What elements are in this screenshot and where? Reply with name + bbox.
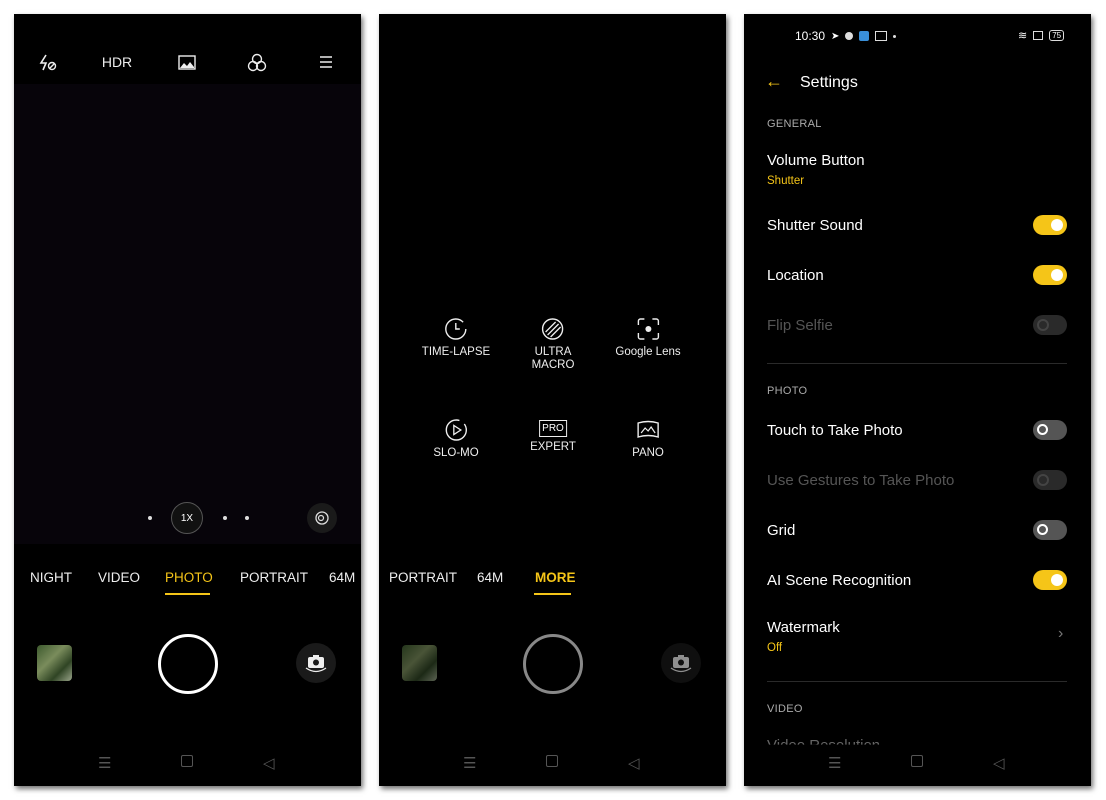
mode-portrait[interactable]: PORTRAIT bbox=[389, 570, 457, 585]
active-mode-indicator bbox=[165, 593, 210, 595]
gmail-icon bbox=[875, 31, 888, 41]
switch-camera-icon bbox=[670, 655, 692, 673]
menu-icon[interactable] bbox=[319, 55, 333, 69]
viewfinder[interactable] bbox=[14, 84, 361, 544]
chevron-right-icon: › bbox=[1058, 625, 1064, 642]
switch-camera-button[interactable] bbox=[296, 643, 336, 683]
divider bbox=[767, 681, 1067, 682]
more-item-expert[interactable]: PRO EXPERT bbox=[530, 418, 576, 453]
zoom-dot[interactable] bbox=[148, 516, 152, 520]
shutter-button[interactable] bbox=[158, 634, 218, 694]
recent-apps-icon[interactable]: ☰ bbox=[463, 754, 476, 772]
setting-ai-scene: AI Scene Recognition bbox=[767, 572, 912, 589]
shutter-sound-toggle[interactable] bbox=[1033, 215, 1067, 235]
setting-touch-to-take-photo: Touch to Take Photo bbox=[767, 422, 903, 439]
ai-scene-button[interactable] bbox=[307, 503, 337, 533]
ai-camera-icon bbox=[315, 511, 329, 525]
more-item-time-lapse[interactable]: TIME-LAPSE bbox=[422, 317, 490, 358]
google-lens-icon bbox=[637, 318, 659, 340]
home-icon[interactable] bbox=[181, 755, 193, 767]
home-icon[interactable] bbox=[911, 755, 923, 767]
touch-photo-toggle[interactable] bbox=[1033, 420, 1067, 440]
app-notification-icon bbox=[859, 31, 870, 41]
mode-more[interactable]: MORE bbox=[535, 570, 576, 585]
mode-photo[interactable]: PHOTO bbox=[165, 570, 213, 585]
recent-apps-icon[interactable]: ☰ bbox=[828, 754, 841, 772]
switch-camera-icon bbox=[305, 655, 327, 673]
back-nav-icon[interactable]: ◁ bbox=[993, 754, 1005, 772]
pro-icon: PRO bbox=[539, 420, 567, 437]
mode-portrait[interactable]: PORTRAIT bbox=[240, 570, 308, 585]
status-bar: 10:30 ➤ bbox=[795, 29, 897, 43]
setting-flip-selfie: Flip Selfie bbox=[767, 317, 833, 334]
nav-bar: ☰ ◁ bbox=[14, 754, 361, 774]
slow-motion-icon bbox=[445, 419, 467, 441]
setting-label: Watermark bbox=[767, 619, 840, 636]
nav-bar: ☰ ◁ bbox=[379, 754, 726, 774]
camera-settings-screen: 10:30 ➤ ≋ 75 ← Settings GENERAL Volume B… bbox=[744, 14, 1091, 786]
section-video: VIDEO bbox=[767, 703, 803, 715]
setting-location: Location bbox=[767, 267, 824, 284]
wifi-icon: ≋ bbox=[1018, 30, 1028, 42]
app-notification-icon bbox=[845, 32, 854, 40]
divider bbox=[767, 363, 1067, 364]
status-time: 10:30 bbox=[795, 29, 826, 43]
more-item-google-lens[interactable]: Google Lens bbox=[615, 317, 681, 358]
cast-icon bbox=[1033, 31, 1044, 40]
back-nav-icon[interactable]: ◁ bbox=[628, 754, 640, 772]
mode-64m[interactable]: 64M bbox=[477, 570, 503, 585]
mode-night[interactable]: NIGHT bbox=[30, 570, 72, 585]
section-photo: PHOTO bbox=[767, 385, 808, 397]
battery-icon: 75 bbox=[1049, 30, 1065, 41]
gestures-toggle[interactable] bbox=[1033, 470, 1067, 490]
timer-icon bbox=[445, 318, 467, 340]
shutter-button[interactable] bbox=[523, 634, 583, 694]
mode-video[interactable]: VIDEO bbox=[98, 570, 140, 585]
zoom-button[interactable]: 1X bbox=[171, 502, 203, 534]
more-item-ultra-macro[interactable]: ULTRA MACRO bbox=[532, 317, 574, 372]
grid-toggle[interactable] bbox=[1033, 520, 1067, 540]
back-nav-icon[interactable]: ◁ bbox=[263, 754, 275, 772]
hdr-button[interactable]: HDR bbox=[102, 54, 132, 70]
camera-photo-screen: HDR 1X NIGHT VIDEO PHOTO PORTRAIT 64M ☰ … bbox=[14, 14, 361, 786]
panorama-icon bbox=[637, 420, 659, 438]
setting-grid: Grid bbox=[767, 522, 796, 539]
filter-icon[interactable] bbox=[247, 53, 267, 72]
flash-off-icon[interactable] bbox=[38, 53, 58, 73]
active-mode-indicator bbox=[534, 593, 571, 595]
setting-value: Off bbox=[767, 642, 783, 654]
more-item-pano[interactable]: PANO bbox=[632, 418, 664, 459]
gallery-thumbnail[interactable] bbox=[402, 645, 437, 681]
flip-selfie-toggle[interactable] bbox=[1033, 315, 1067, 335]
camera-more-screen: TIME-LAPSE ULTRA MACRO Google Lens SLO-M… bbox=[379, 14, 726, 786]
home-icon[interactable] bbox=[546, 755, 558, 767]
back-arrow-icon[interactable]: ← bbox=[765, 71, 783, 92]
status-icons: ≋ 75 bbox=[1018, 29, 1065, 42]
more-item-slo-mo[interactable]: SLO-MO bbox=[433, 418, 479, 459]
switch-camera-button[interactable] bbox=[661, 643, 701, 683]
telegram-icon: ➤ bbox=[831, 30, 840, 42]
mode-64m[interactable]: 64M bbox=[329, 570, 355, 585]
page-title: Settings bbox=[800, 74, 858, 91]
setting-label: Volume Button bbox=[767, 152, 865, 169]
setting-video-resolution[interactable]: Video Resolution bbox=[767, 737, 880, 745]
setting-value: Shutter bbox=[767, 175, 805, 187]
recent-apps-icon[interactable]: ☰ bbox=[98, 754, 111, 772]
location-toggle[interactable] bbox=[1033, 265, 1067, 285]
gallery-thumbnail[interactable] bbox=[37, 645, 72, 681]
macro-icon bbox=[542, 318, 564, 340]
setting-shutter-sound: Shutter Sound bbox=[767, 217, 863, 234]
nav-bar: ☰ ◁ bbox=[744, 754, 1091, 774]
image-icon[interactable] bbox=[178, 55, 196, 70]
zoom-dot[interactable] bbox=[245, 516, 249, 520]
zoom-dot[interactable] bbox=[223, 516, 227, 520]
ai-scene-toggle[interactable] bbox=[1033, 570, 1067, 590]
more-notifications-icon bbox=[893, 34, 897, 38]
section-general: GENERAL bbox=[767, 118, 822, 130]
setting-gestures: Use Gestures to Take Photo bbox=[767, 472, 955, 489]
